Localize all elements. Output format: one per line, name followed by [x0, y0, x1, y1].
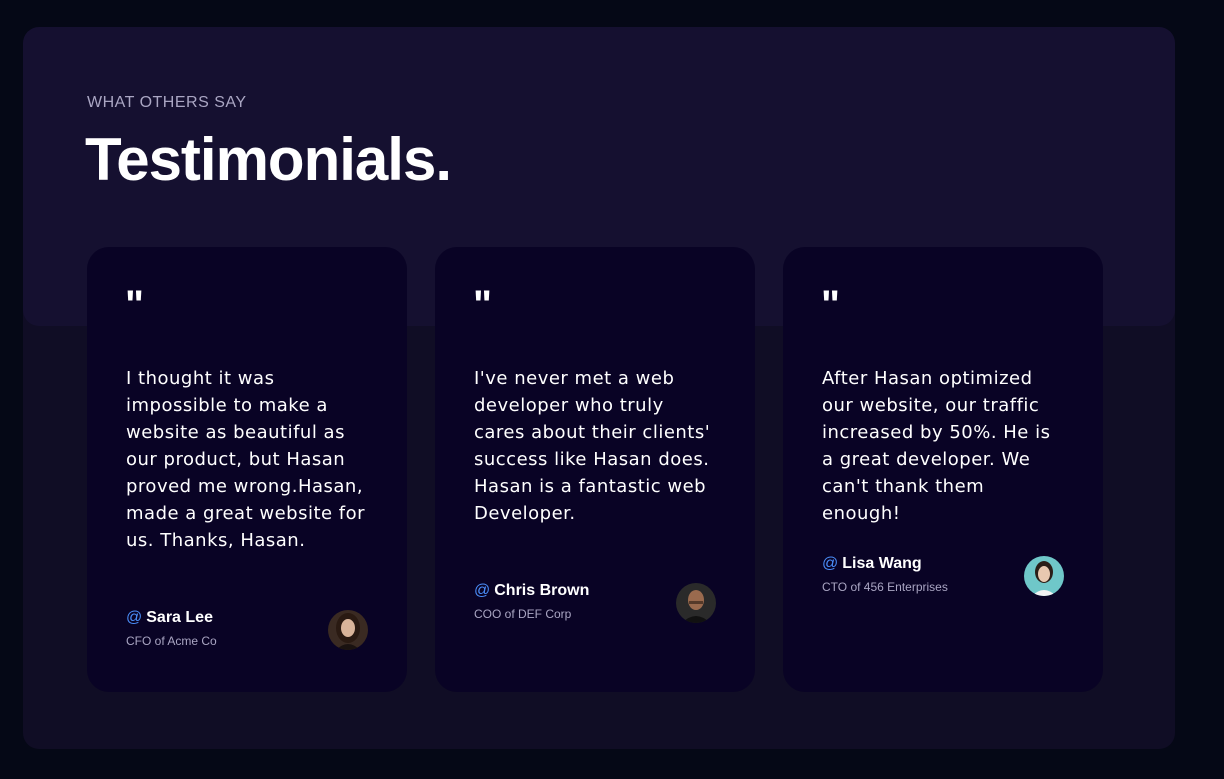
testimonials-section: WHAT OTHERS SAY Testimonials. " I though… — [23, 27, 1175, 749]
avatar — [676, 583, 716, 623]
testimonial-text: I thought it was impossible to make a we… — [126, 368, 366, 551]
author-name: Sara Lee — [146, 609, 213, 626]
quote-icon: " — [473, 283, 492, 327]
testimonial-text: After Hasan optimized our website, our t… — [822, 368, 1051, 524]
testimonial-text: I've never met a web developer who truly… — [474, 368, 711, 524]
avatar — [1024, 556, 1064, 596]
at-symbol: @ — [822, 555, 839, 572]
quote-icon: " — [125, 283, 144, 327]
section-subtitle: WHAT OTHERS SAY — [87, 94, 247, 111]
author-name: Lisa Wang — [842, 555, 922, 572]
at-symbol: @ — [474, 582, 491, 599]
avatar — [328, 610, 368, 650]
testimonial-card: " After Hasan optimized our website, our… — [783, 247, 1103, 692]
author-name: Chris Brown — [494, 582, 590, 599]
section-title: Testimonials. — [85, 126, 452, 193]
quote-icon: " — [821, 283, 840, 327]
testimonial-card: " I thought it was impossible to make a … — [87, 247, 407, 692]
at-symbol: @ — [126, 609, 143, 626]
testimonial-card: " I've never met a web developer who tru… — [435, 247, 755, 692]
